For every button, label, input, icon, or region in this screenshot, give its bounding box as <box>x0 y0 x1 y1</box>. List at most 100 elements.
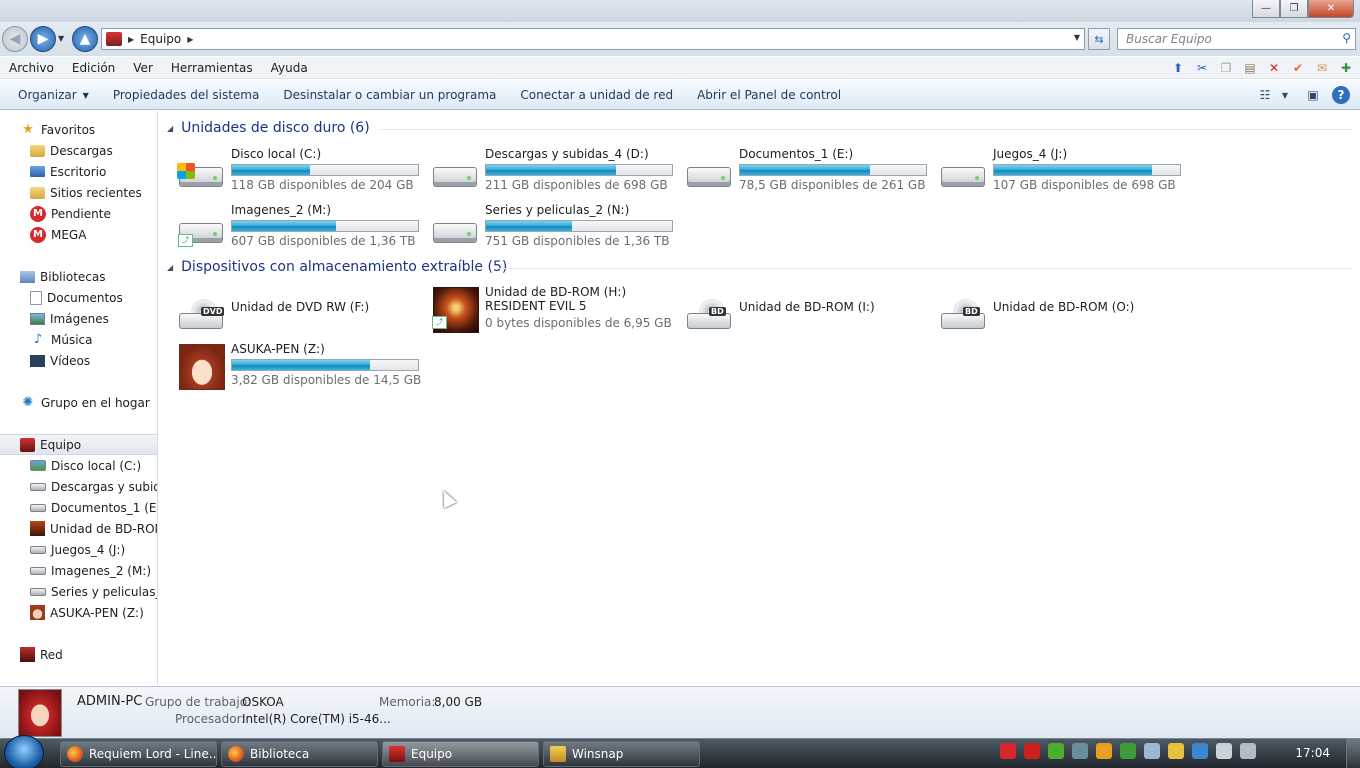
nav-libraries[interactable]: Bibliotecas <box>0 266 157 287</box>
grid-icon[interactable]: ✚ <box>1338 60 1354 76</box>
nav-drive-n[interactable]: Series y peliculas_2 ( <box>0 581 157 602</box>
clock[interactable]: 17:04 <box>1295 746 1330 760</box>
help-icon[interactable]: ? <box>1332 86 1350 104</box>
organize-dropdown-icon[interactable]: ▼ <box>83 91 89 100</box>
tray-app-icon[interactable] <box>1120 743 1136 759</box>
history-dropdown-icon[interactable]: ▼ <box>58 34 64 43</box>
nav-downloads[interactable]: Descargas <box>0 140 157 161</box>
libraries-icon <box>20 270 35 283</box>
volume-icon[interactable] <box>1216 743 1232 759</box>
drive-item[interactable]: BD Unidad de BD-ROM (I:) <box>685 285 935 337</box>
drive-item[interactable]: BD Unidad de BD-ROM (O:) <box>939 285 1189 337</box>
tray-app-icon[interactable] <box>1096 743 1112 759</box>
tray-app-icon[interactable] <box>1168 743 1184 759</box>
nav-mega[interactable]: M MEGA <box>0 224 157 245</box>
search-input[interactable]: Buscar Equipo ⚲ <box>1117 28 1356 50</box>
task-label: Requiem Lord - Line... <box>89 747 217 761</box>
view-dropdown-icon[interactable]: ▼ <box>1276 86 1294 104</box>
minimize-button[interactable]: — <box>1252 0 1280 18</box>
forward-button[interactable]: ▶ <box>30 26 56 52</box>
search-icon[interactable]: ⚲ <box>1342 31 1351 45</box>
group-header-hdd[interactable]: ◢ Unidades de disco duro (6) <box>167 118 370 138</box>
up-level-icon[interactable]: ⬆ <box>1170 60 1186 76</box>
taskbar-item-firefox[interactable]: Requiem Lord - Line... <box>60 741 217 767</box>
show-desktop-button[interactable] <box>1346 739 1360 768</box>
start-button[interactable] <box>4 735 44 768</box>
collapse-triangle-icon[interactable]: ◢ <box>167 124 173 133</box>
menu-ver[interactable]: Ver <box>124 61 162 75</box>
nav-drive-c[interactable]: Disco local (C:) <box>0 455 157 476</box>
drive-item[interactable]: ASUKA-PEN (Z:) 3,82 GB disponibles de 14… <box>177 342 427 394</box>
uninstall-program-button[interactable]: Desinstalar o cambiar un programa <box>271 88 508 102</box>
nav-desktop[interactable]: Escritorio <box>0 161 157 182</box>
maximize-button[interactable]: ❐ <box>1280 0 1308 18</box>
taskbar-item-equipo[interactable]: Equipo <box>382 741 539 767</box>
nav-pendiente[interactable]: M Pendiente <box>0 203 157 224</box>
refresh-button[interactable]: ⇆ <box>1088 28 1110 50</box>
change-view-icon[interactable]: ☷ <box>1256 86 1274 104</box>
organize-button[interactable]: Organizar <box>6 88 89 102</box>
drive-item[interactable]: Series y peliculas_2 (N:) 751 GB disponi… <box>431 203 681 255</box>
tray-app-icon[interactable] <box>1048 743 1064 759</box>
usage-bar-fill <box>232 221 337 231</box>
menu-edicion[interactable]: Edición <box>63 61 124 75</box>
drive-item[interactable]: Disco local (C:) 118 GB disponibles de 2… <box>177 147 427 199</box>
drive-item[interactable]: Documentos_1 (E:) 78,5 GB disponibles de… <box>685 147 935 199</box>
drive-item[interactable]: Juegos_4 (J:) 107 GB disponibles de 698 … <box>939 147 1189 199</box>
nav-label: Grupo en el hogar <box>41 395 150 410</box>
drive-item[interactable]: DVD Unidad de DVD RW (F:) <box>177 285 427 337</box>
nav-drive-h[interactable]: Unidad de BD-ROM <box>0 518 157 539</box>
check-icon[interactable]: ✔ <box>1290 60 1306 76</box>
nav-videos[interactable]: Vídeos <box>0 350 157 371</box>
menu-herramientas[interactable]: Herramientas <box>162 61 262 75</box>
nav-drive-j[interactable]: Juegos_4 (J:) <box>0 539 157 560</box>
menu-ayuda[interactable]: Ayuda <box>262 61 317 75</box>
nav-favorites[interactable]: ★ Favoritos <box>0 119 157 140</box>
nav-computer[interactable]: Equipo <box>0 434 157 455</box>
taskbar-item-winsnap[interactable]: Winsnap <box>543 741 700 767</box>
network-tray-icon[interactable] <box>1240 743 1256 759</box>
map-network-drive-button[interactable]: Conectar a unidad de red <box>508 88 685 102</box>
menu-archivo[interactable]: Archivo <box>0 61 63 75</box>
nav-documents[interactable]: Documentos <box>0 287 157 308</box>
nav-drive-m[interactable]: Imagenes_2 (M:) <box>0 560 157 581</box>
tray-app-icon[interactable] <box>1192 743 1208 759</box>
address-bar[interactable]: ▶ Equipo ▶ ▼ <box>101 28 1085 50</box>
nav-recent-places[interactable]: Sitios recientes <box>0 182 157 203</box>
open-control-panel-button[interactable]: Abrir el Panel de control <box>685 88 853 102</box>
preview-pane-icon[interactable]: ▣ <box>1304 86 1322 104</box>
group-header-removable[interactable]: ◢ Dispositivos con almacenamiento extraí… <box>167 257 507 277</box>
mail-icon[interactable]: ✉ <box>1314 60 1330 76</box>
breadcrumb-chevron-icon[interactable]: ▶ <box>187 35 193 44</box>
drive-item[interactable]: ⤴ Imagenes_2 (M:) 607 GB disponibles de … <box>177 203 427 255</box>
antivirus-tray-icon[interactable] <box>1024 743 1040 759</box>
nav-drive-z[interactable]: ASUKA-PEN (Z:) <box>0 602 157 623</box>
collapse-triangle-icon[interactable]: ◢ <box>167 263 173 272</box>
nav-music[interactable]: ♪ Música <box>0 329 157 350</box>
nav-network[interactable]: Red <box>0 644 157 665</box>
mega-tray-icon[interactable] <box>1000 743 1016 759</box>
cut-icon[interactable]: ✂ <box>1194 60 1210 76</box>
message-tray-icon[interactable] <box>1144 743 1160 759</box>
up-button[interactable]: ▲ <box>72 26 98 52</box>
back-button[interactable]: ◀ <box>2 26 28 52</box>
paste-icon[interactable]: ▤ <box>1242 60 1258 76</box>
nav-images[interactable]: Imágenes <box>0 308 157 329</box>
copy-icon[interactable]: ❐ <box>1218 60 1234 76</box>
breadcrumb-chevron-icon[interactable]: ▶ <box>128 35 134 44</box>
drive-item[interactable]: ⤴ Unidad de BD-ROM (H:) RESIDENT EVIL 5 … <box>431 285 681 337</box>
nav-homegroup[interactable]: ✺ Grupo en el hogar <box>0 392 157 413</box>
breadcrumb-equipo[interactable]: Equipo <box>140 32 181 46</box>
drive-item[interactable]: Descargas y subidas_4 (D:) 211 GB dispon… <box>431 147 681 199</box>
delete-icon[interactable]: ✕ <box>1266 60 1282 76</box>
address-dropdown-icon[interactable]: ▼ <box>1074 33 1080 42</box>
nav-drive-e[interactable]: Documentos_1 (E:) <box>0 497 157 518</box>
system-properties-button[interactable]: Propiedades del sistema <box>101 88 272 102</box>
hard-drive-icon <box>431 209 479 247</box>
close-button[interactable]: ✕ <box>1308 0 1354 18</box>
hard-drive-icon <box>30 566 46 575</box>
usb-tray-icon[interactable] <box>1072 743 1088 759</box>
nav-label: Vídeos <box>50 353 91 368</box>
nav-drive-d[interactable]: Descargas y subidas_ <box>0 476 157 497</box>
taskbar-item-biblioteca[interactable]: Biblioteca <box>221 741 378 767</box>
